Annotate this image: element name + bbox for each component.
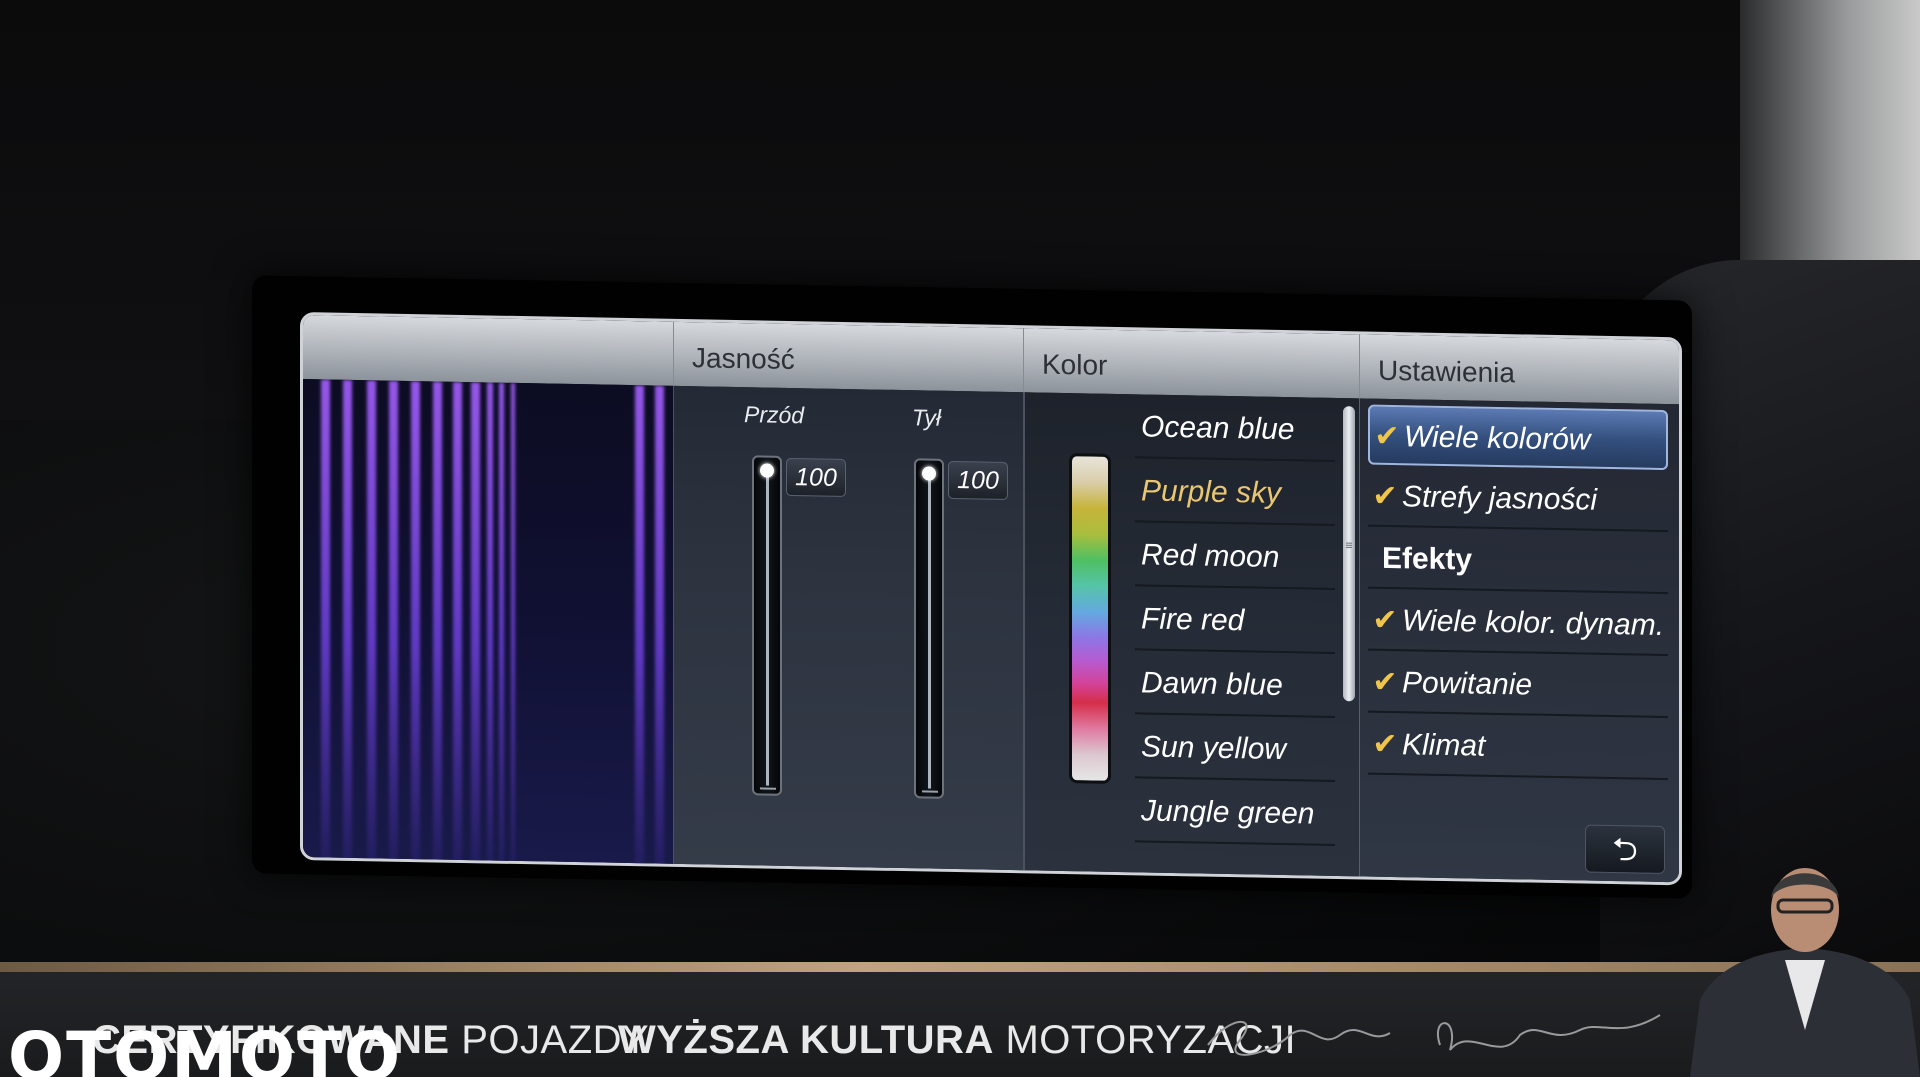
settings-option-label: Wiele kolorów xyxy=(1404,420,1591,457)
settings-option[interactable]: ✔ Wiele kolor. dynam. xyxy=(1368,590,1668,657)
brightness-header: Jasność xyxy=(673,321,1023,393)
ambient-light-preview xyxy=(303,379,673,870)
settings-section-heading: Efekty xyxy=(1368,528,1668,595)
checkmark-icon: ✔ xyxy=(1372,479,1398,514)
back-arrow-icon: ⮌ xyxy=(1612,831,1638,868)
presenter-photo xyxy=(1690,868,1920,1077)
settings-option-label: Wiele kolor. dynam. xyxy=(1402,604,1665,643)
checkmark-icon: ✔ xyxy=(1372,665,1398,700)
rear-brightness-slider[interactable] xyxy=(914,458,944,799)
settings-option-label: Efekty xyxy=(1382,541,1473,577)
checkmark-icon: ✔ xyxy=(1374,419,1400,454)
color-header: Kolor xyxy=(1023,328,1359,399)
rear-slider-knob[interactable] xyxy=(922,466,936,481)
front-slider-fill xyxy=(766,465,769,786)
color-spectrum-bar xyxy=(1069,453,1111,784)
rear-slider-fill xyxy=(928,468,931,789)
color-option[interactable]: Dawn blue xyxy=(1135,652,1335,718)
front-brightness-slider[interactable] xyxy=(752,455,782,796)
settings-panel: ✔ Wiele kolorów ✔ Strefy jasności Efekty ✔ Wie… xyxy=(1359,398,1682,886)
settings-option[interactable]: ✔ Wiele kolorów xyxy=(1368,404,1668,471)
infotainment-screen: Jasność Kolor Ustawienia Przód 100 Tył 1… xyxy=(300,312,1682,886)
color-option[interactable]: Purple sky xyxy=(1135,460,1335,526)
banner-culture-bold: WYŻSZA KULTURA xyxy=(618,1018,994,1062)
front-slider-knob[interactable] xyxy=(760,463,774,478)
front-slider-label: Przód xyxy=(744,401,805,429)
front-slider-value: 100 xyxy=(786,457,846,498)
otomoto-logo: OTOMOTO xyxy=(8,1018,403,1077)
settings-option[interactable]: ✔ Klimat xyxy=(1368,714,1668,781)
rear-slider-label: Tył xyxy=(912,404,941,431)
settings-option-label: Powitanie xyxy=(1402,666,1533,702)
back-button[interactable]: ⮌ xyxy=(1585,824,1665,875)
handwritten-signature xyxy=(1207,1014,1661,1056)
brightness-panel: Przód 100 Tył 100 xyxy=(673,385,1023,877)
checkmark-icon: ✔ xyxy=(1372,603,1398,638)
settings-option[interactable]: ✔ Strefy jasności xyxy=(1368,466,1668,533)
color-option[interactable]: Red moon xyxy=(1135,524,1335,590)
banner-culture-text: WYŻSZA KULTURA MOTORYZACJI xyxy=(618,1018,1296,1063)
settings-option-label: Klimat xyxy=(1402,728,1486,763)
color-option[interactable]: Ocean blue xyxy=(1135,396,1335,462)
scrollbar-grip-icon: ≡ xyxy=(1345,538,1353,553)
color-option[interactable]: Jungle green xyxy=(1135,780,1335,846)
color-panel: Ocean blue Purple sky Red moon Fire red Dawn… xyxy=(1023,392,1359,883)
settings-option-label: Strefy jasności xyxy=(1402,480,1598,517)
color-option[interactable]: Fire red xyxy=(1135,588,1335,654)
rear-slider-value: 100 xyxy=(948,460,1008,500)
banner-accent-line xyxy=(0,962,1920,972)
color-option[interactable]: Sun yellow xyxy=(1135,716,1335,782)
settings-option[interactable]: ✔ Powitanie xyxy=(1368,652,1668,719)
checkmark-icon: ✔ xyxy=(1372,727,1398,762)
settings-header: Ustawienia xyxy=(1359,334,1682,405)
